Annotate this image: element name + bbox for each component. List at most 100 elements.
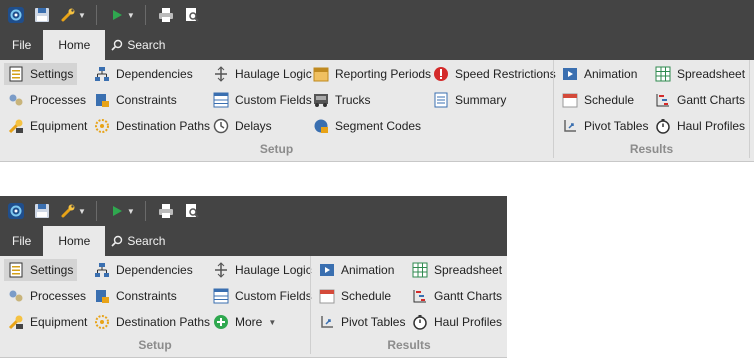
reporting-periods-icon (313, 66, 329, 82)
reporting-periods-button[interactable]: Reporting Periods (309, 63, 435, 85)
processes-button[interactable]: Processes (4, 89, 90, 111)
settings-label: Settings (30, 67, 74, 81)
dependencies-label: Dependencies (116, 263, 193, 277)
animation-button[interactable]: Animation (558, 63, 641, 85)
settings-button[interactable]: Settings (4, 63, 78, 85)
quick-access-toolbar: ▼ ▼ (0, 196, 507, 226)
settings-label: Settings (30, 263, 74, 277)
destination-paths-label: Destination Paths (116, 315, 211, 329)
print-icon[interactable] (154, 3, 178, 27)
run-icon[interactable] (105, 3, 129, 27)
destination-paths-label: Destination Paths (116, 119, 211, 133)
speed-restrictions-button[interactable]: Speed Restrictions (429, 63, 560, 85)
run-dropdown-icon[interactable]: ▼ (127, 207, 135, 216)
equipment-icon (8, 118, 24, 134)
equipment-button[interactable]: Equipment (4, 115, 91, 137)
search-icon (111, 235, 123, 247)
destination-paths-button[interactable]: Destination Paths (90, 311, 214, 333)
tab-search[interactable]: Search (105, 226, 177, 256)
animation-label: Animation (341, 263, 395, 277)
dependencies-button[interactable]: Dependencies (90, 63, 197, 85)
run-dropdown-icon[interactable]: ▼ (127, 11, 135, 20)
haulage-logic-label: Haulage Logic (235, 67, 312, 81)
trucks-label: Trucks (335, 93, 371, 107)
pivot-tables-button[interactable]: Pivot Tables (315, 311, 409, 333)
spreadsheet-label: Spreadsheet (434, 263, 503, 277)
constraints-button[interactable]: Constraints (90, 89, 181, 111)
print-preview-icon[interactable] (180, 199, 204, 223)
dependencies-label: Dependencies (116, 67, 193, 81)
destination-paths-icon (94, 314, 110, 330)
gantt-charts-button[interactable]: Gantt Charts (408, 285, 506, 307)
print-icon[interactable] (154, 199, 178, 223)
schedule-button[interactable]: Schedule (315, 285, 395, 307)
gantt-charts-icon (655, 92, 671, 108)
dependencies-button[interactable]: Dependencies (90, 259, 197, 281)
custom-fields-button[interactable]: Custom Fields (209, 89, 316, 111)
segment-codes-button[interactable]: Segment Codes (309, 115, 425, 137)
summary-button[interactable]: Summary (429, 89, 510, 111)
wrench-dropdown-icon[interactable]: ▼ (78, 11, 86, 20)
trucks-button[interactable]: Trucks (309, 89, 375, 111)
gantt-charts-button[interactable]: Gantt Charts (651, 89, 749, 111)
tab-file[interactable]: File (0, 226, 43, 256)
settings-icon (8, 66, 24, 82)
animation-button[interactable]: Animation (315, 259, 398, 281)
more-button[interactable]: More ▼ (209, 311, 280, 333)
stopwatch-icon (655, 118, 671, 134)
pivot-tables-icon (319, 314, 335, 330)
quick-access-toolbar: ▼ ▼ (0, 0, 754, 30)
wrench-dropdown-icon[interactable]: ▼ (78, 207, 86, 216)
haul-profiles-button[interactable]: Haul Profiles (408, 311, 506, 333)
delays-button[interactable]: Delays (209, 115, 276, 137)
spreadsheet-button[interactable]: Spreadsheet (651, 63, 749, 85)
save-icon[interactable] (30, 3, 54, 27)
constraints-button[interactable]: Constraints (90, 285, 181, 307)
animation-label: Animation (584, 67, 638, 81)
custom-fields-button[interactable]: Custom Fields (209, 285, 316, 307)
tab-home[interactable]: Home (43, 226, 106, 256)
constraints-label: Constraints (116, 93, 177, 107)
tab-home[interactable]: Home (43, 30, 106, 60)
custom-fields-label: Custom Fields (235, 93, 312, 107)
haul-profiles-button[interactable]: Haul Profiles (651, 115, 749, 137)
tab-search[interactable]: Search (105, 30, 177, 60)
print-preview-icon[interactable] (180, 3, 204, 27)
tab-file[interactable]: File (0, 30, 43, 60)
group-separator (749, 60, 750, 158)
settings-button[interactable]: Settings (4, 259, 78, 281)
spreadsheet-button[interactable]: Spreadsheet (408, 259, 506, 281)
wrench-icon[interactable] (56, 199, 80, 223)
ribbon-tabs: File Home Search (0, 226, 507, 256)
schedule-button[interactable]: Schedule (558, 89, 638, 111)
toolbar-separator (95, 201, 97, 221)
delays-label: Delays (235, 119, 272, 133)
trucks-icon (313, 92, 329, 108)
haulage-logic-button[interactable]: Haulage Logic (209, 259, 316, 281)
summary-icon (433, 92, 449, 108)
equipment-button[interactable]: Equipment (4, 311, 91, 333)
save-icon[interactable] (30, 199, 54, 223)
run-icon[interactable] (105, 199, 129, 223)
haulage-logic-button[interactable]: Haulage Logic (209, 63, 316, 85)
animation-icon (319, 262, 335, 278)
constraints-icon (94, 92, 110, 108)
ribbon-tabs: File Home Search (0, 30, 754, 60)
group-label-setup: Setup (259, 142, 294, 156)
processes-button[interactable]: Processes (4, 285, 90, 307)
summary-label: Summary (455, 93, 507, 107)
pivot-tables-label: Pivot Tables (584, 119, 649, 133)
settings-icon (8, 262, 24, 278)
app-logo-icon[interactable] (4, 3, 28, 27)
toolbar-separator (95, 5, 97, 25)
destination-paths-button[interactable]: Destination Paths (90, 115, 214, 137)
ribbon-narrow: ▼ ▼ File Home Search Settings Processes (0, 196, 507, 358)
pivot-tables-icon (562, 118, 578, 134)
speed-restrictions-label: Speed Restrictions (455, 67, 556, 81)
wrench-icon[interactable] (56, 3, 80, 27)
pivot-tables-button[interactable]: Pivot Tables (558, 115, 652, 137)
processes-icon (8, 92, 24, 108)
more-label: More (235, 315, 263, 329)
haulage-logic-label: Haulage Logic (235, 263, 312, 277)
app-logo-icon[interactable] (4, 199, 28, 223)
